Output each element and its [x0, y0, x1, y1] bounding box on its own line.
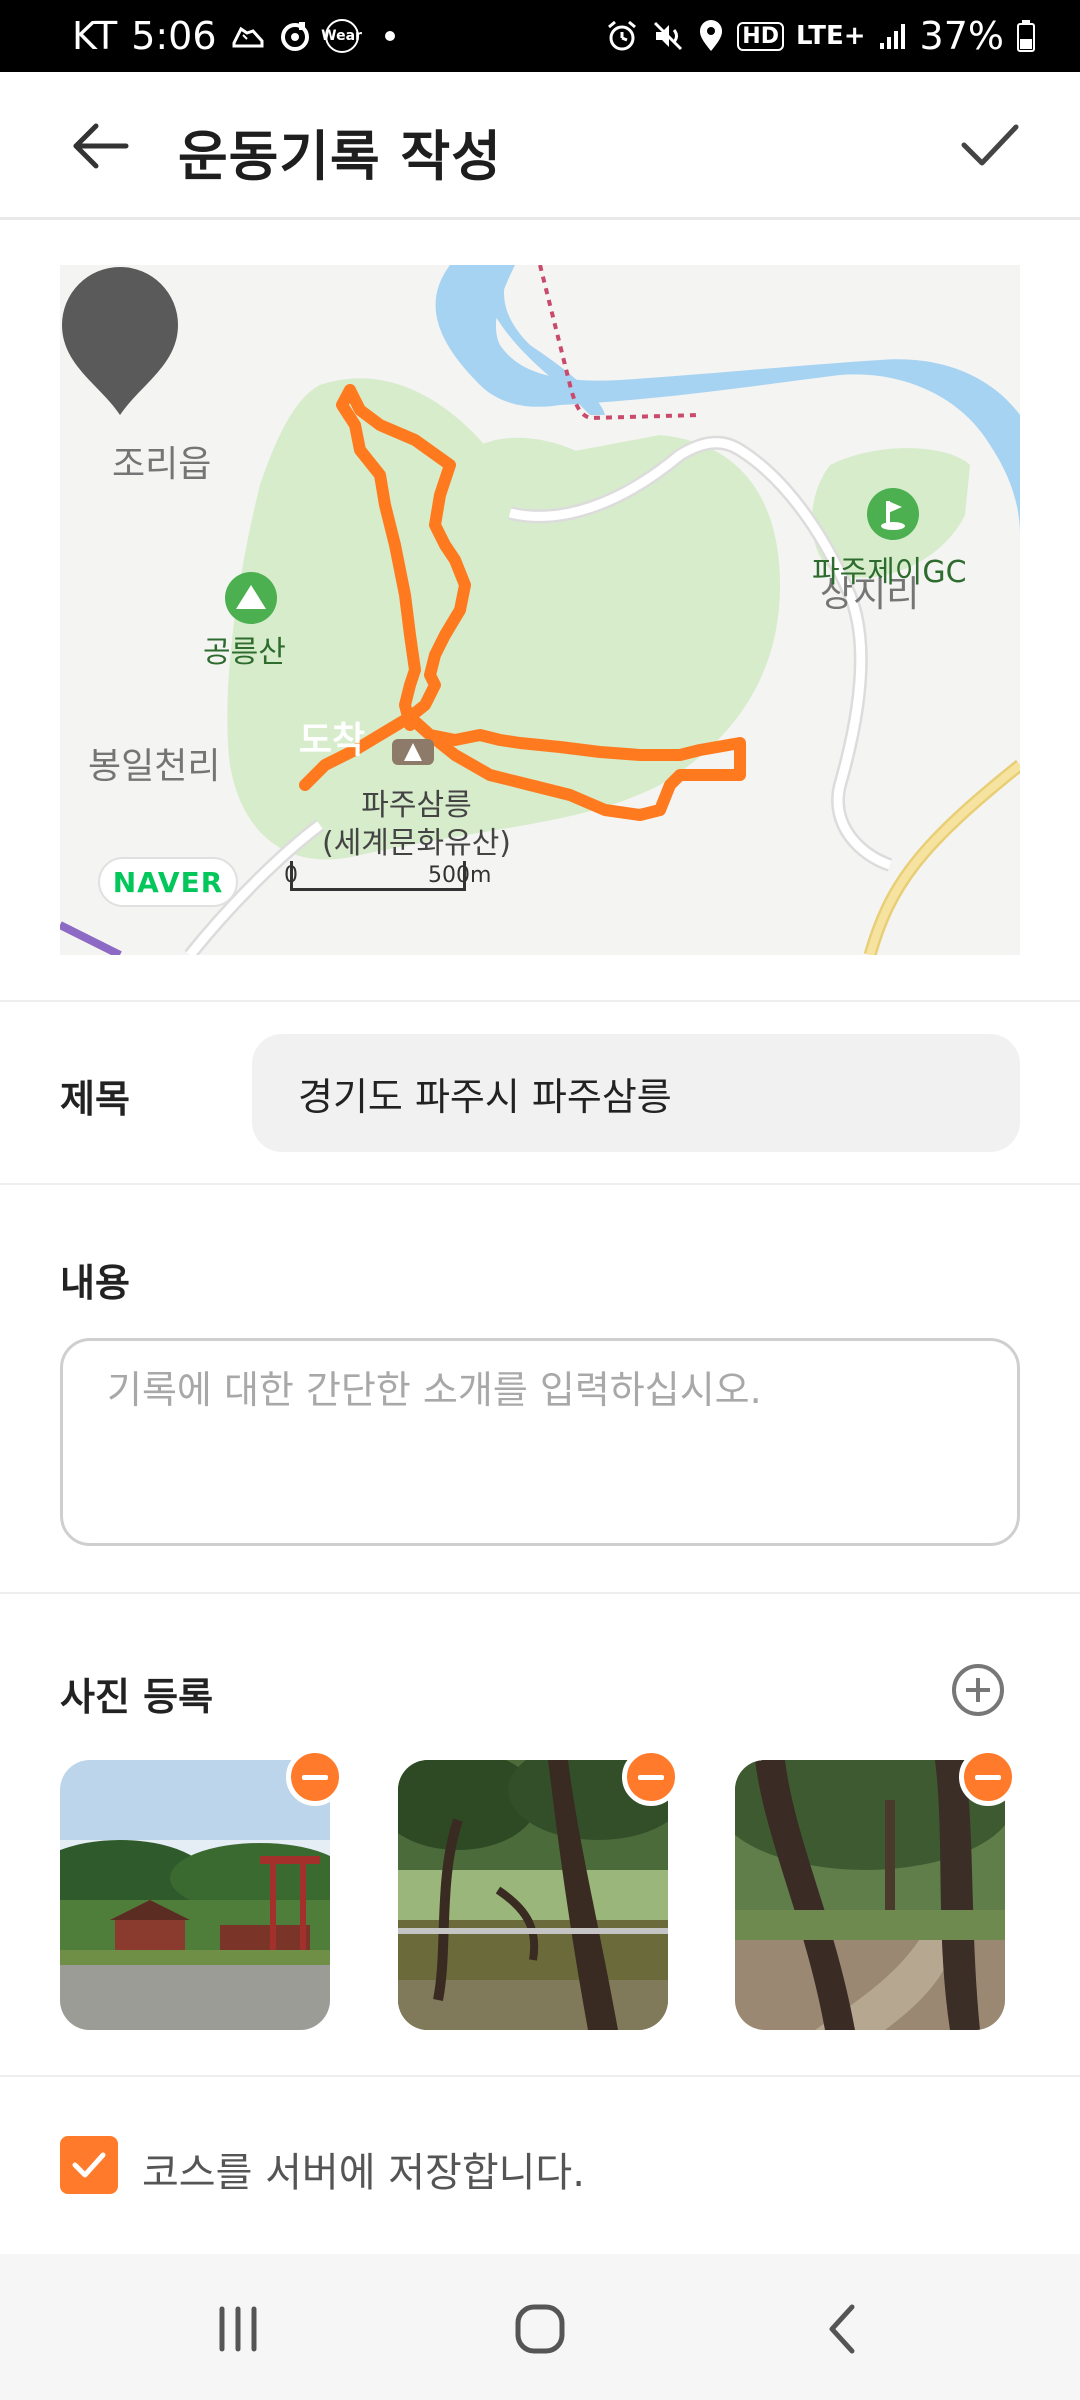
route-map[interactable]: 조리읍 봉일천리 상지리 공릉산 파주제이GC 파주삼릉 (세계문화유산) 도착…	[60, 265, 1020, 955]
map-label-jori: 조리읍	[112, 444, 212, 485]
page-title: 운동기록 작성	[178, 125, 502, 188]
home-icon	[515, 2304, 565, 2354]
check-icon	[961, 124, 1019, 166]
status-bar: KT 5:06 Wear HD LTE+ 37%	[0, 0, 1080, 72]
alarm-icon	[605, 19, 639, 53]
nav-back-button[interactable]	[792, 2294, 892, 2364]
title-input[interactable]: 경기도 파주시 파주삼릉	[252, 1034, 1020, 1152]
app-circle-icon	[279, 20, 311, 52]
confirm-button[interactable]	[950, 106, 1030, 186]
save-course-checkbox[interactable]	[60, 2136, 118, 2194]
check-icon	[72, 2152, 106, 2178]
minus-circle-icon[interactable]	[286, 1748, 344, 1806]
photo-image	[735, 1760, 1005, 2030]
mute-icon	[651, 19, 685, 53]
map-label-paju-gc: 파주제이GC	[812, 555, 967, 590]
running-shoe-icon	[231, 21, 265, 51]
back-button[interactable]	[60, 108, 140, 184]
heritage-icon	[392, 739, 434, 765]
notification-dot	[384, 31, 395, 41]
system-nav-bar	[0, 2254, 1080, 2400]
lte-icon: LTE+	[795, 21, 866, 51]
divider	[0, 1183, 1080, 1185]
divider	[0, 1592, 1080, 1594]
arrow-left-icon	[73, 123, 129, 169]
location-icon	[697, 19, 725, 53]
recent-apps-button[interactable]	[188, 2294, 288, 2364]
naver-logo: NAVER	[98, 857, 238, 907]
wear-icon: Wear	[321, 19, 362, 53]
photo-thumbnail[interactable]	[735, 1760, 1005, 2030]
map-label-samneung-1: 파주삼릉	[361, 788, 472, 823]
home-button[interactable]	[490, 2294, 590, 2364]
title-label: 제목	[60, 1077, 130, 1121]
map-label-samneung-2: (세계문화유산)	[322, 826, 512, 861]
scale-start-label: 0	[284, 863, 298, 888]
map-label-bongil: 봉일천리	[88, 746, 221, 787]
photos-label: 사진 등록	[60, 1675, 214, 1719]
carrier-label: KT	[72, 14, 118, 58]
mountain-icon	[225, 572, 277, 624]
app-bar: 운동기록 작성	[0, 72, 1080, 220]
battery-percent: 37%	[919, 14, 1004, 58]
scale-end-label: 500m	[428, 863, 492, 888]
photo-image	[398, 1760, 668, 2030]
plus-circle-icon[interactable]	[950, 1662, 1006, 1718]
photo-thumbnail[interactable]	[398, 1760, 668, 2030]
minus-circle-icon[interactable]	[959, 1748, 1017, 1806]
back-icon	[829, 2304, 855, 2354]
hd-icon: HD	[737, 21, 784, 51]
arrival-marker-icon	[62, 267, 178, 415]
save-course-label: 코스를 서버에 저장합니다.	[142, 2150, 585, 2196]
divider	[0, 2075, 1080, 2077]
golf-icon	[867, 488, 919, 540]
arrival-marker-label: 도착	[298, 720, 366, 761]
signal-icon	[878, 21, 908, 51]
status-right: HD LTE+ 37%	[605, 0, 1036, 72]
content-label: 내용	[60, 1261, 130, 1305]
photo-image	[60, 1760, 330, 2030]
battery-icon	[1016, 19, 1036, 53]
recent-apps-icon	[219, 2306, 257, 2352]
clock: 5:06	[131, 14, 217, 58]
content-placeholder: 기록에 대한 간단한 소개를 입력하십시오.	[107, 1368, 762, 1412]
title-input-value: 경기도 파주시 파주삼릉	[298, 1074, 672, 1119]
divider	[0, 1000, 1080, 1002]
content-textarea[interactable]: 기록에 대한 간단한 소개를 입력하십시오.	[60, 1338, 1020, 1546]
minus-circle-icon[interactable]	[622, 1748, 680, 1806]
hd-label: HD	[742, 23, 779, 49]
photo-thumbnail[interactable]	[60, 1760, 330, 2030]
map-label-gongneung: 공릉산	[203, 635, 286, 670]
status-left: KT 5:06 Wear	[72, 0, 395, 72]
map-label-samneung: 파주삼릉 (세계문화유산)	[322, 787, 511, 863]
